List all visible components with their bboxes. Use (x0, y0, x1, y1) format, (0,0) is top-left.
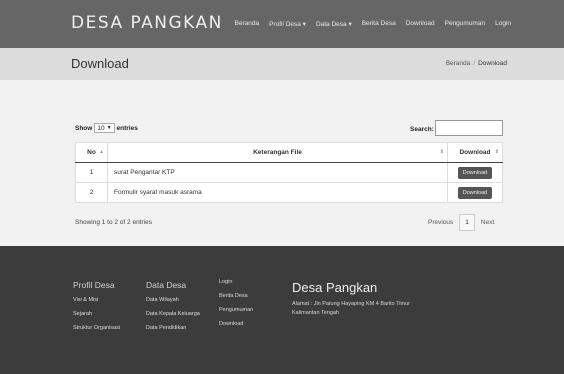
show-label: Show (75, 124, 93, 132)
download-button[interactable]: Download (457, 166, 493, 179)
footer-link-sejarah[interactable]: Sejarah (73, 311, 120, 317)
brand-logo-text[interactable]: DESA PANGKAN (71, 13, 223, 33)
cell-file: surat Pengantar KTP (107, 162, 448, 183)
nav-login[interactable]: Login (495, 20, 511, 28)
nav-berita-desa[interactable]: Berita Desa (362, 20, 396, 28)
pagination: Previous 1 Next (428, 214, 494, 231)
nav-pengumuman[interactable]: Pengumuman (445, 20, 485, 28)
footer-data-column: Data Desa Data Wilayah Data Kepala Kelua… (146, 280, 200, 339)
pagination-previous[interactable]: Previous (428, 219, 453, 226)
nav-download[interactable]: Download (406, 20, 435, 28)
footer-profil-heading: Profil Desa (73, 280, 115, 290)
breadcrumb-separator: / (473, 60, 476, 67)
page-title: Download (71, 56, 129, 71)
footer-link-data-pendidikan[interactable]: Data Pendidikan (146, 325, 200, 331)
footer-link-struktur[interactable]: Struktur Organisasi (73, 325, 120, 331)
footer-link-data-kk[interactable]: Data Kepala Keluarga (146, 311, 200, 317)
footer-link-data-wilayah[interactable]: Data Wilayah (146, 297, 200, 303)
column-header-file-label: Keterangan File (253, 149, 302, 156)
breadcrumb: Beranda / Download (446, 60, 507, 67)
cell-download: Download (447, 182, 503, 203)
top-navbar: DESA PANGKAN Beranda Profil Desa ▾ Data … (0, 0, 564, 48)
breadcrumb-current: Download (478, 60, 507, 67)
entries-select[interactable]: 10 ▼ (94, 123, 115, 133)
nav-beranda[interactable]: Beranda (235, 20, 260, 28)
cell-file: Formulir syarat masuk asrama (107, 182, 448, 203)
sort-icon: ⇕ (439, 149, 444, 155)
breadcrumb-home[interactable]: Beranda (446, 60, 471, 67)
download-table: No ▲ Keterangan File ⇕ Download ⇕ 1 sura… (75, 142, 503, 203)
column-header-no-label: No (87, 149, 96, 156)
footer-link-login[interactable]: Login (219, 279, 253, 285)
footer-link-pengumuman[interactable]: Pengumuman (219, 307, 253, 313)
column-header-download-label: Download (459, 149, 491, 156)
footer-links-column: Login Berita Desa Pengumuman Download (219, 279, 253, 335)
chevron-down-icon: ▼ (106, 125, 112, 131)
footer-profil-column: Profil Desa Visi & Misi Sejarah Struktur… (73, 280, 120, 339)
table-header-row: No ▲ Keterangan File ⇕ Download ⇕ (75, 142, 503, 163)
entries-select-value: 10 (97, 124, 105, 132)
nav-profil-desa[interactable]: Profil Desa ▾ (269, 20, 306, 28)
footer-link-berita[interactable]: Berita Desa (219, 293, 253, 299)
search-label: Search: (410, 126, 434, 133)
nav-data-desa[interactable]: Data Desa ▾ (316, 20, 352, 28)
cell-no: 1 (75, 162, 108, 183)
entries-length-control: Show 10 ▼ entries (75, 123, 138, 133)
table-info: Showing 1 to 2 of 2 entries (75, 219, 152, 226)
pagination-page-1[interactable]: 1 (459, 214, 475, 231)
cell-no: 2 (75, 182, 108, 203)
footer-link-visi-misi[interactable]: Visi & Misi (73, 297, 120, 303)
footer-data-heading: Data Desa (146, 280, 187, 290)
table-row: 2 Formulir syarat masuk asrama Download (75, 182, 503, 203)
main-nav: Beranda Profil Desa ▾ Data Desa ▾ Berita… (235, 20, 512, 28)
entries-label: entries (116, 124, 138, 132)
download-button[interactable]: Download (457, 186, 493, 199)
column-header-file[interactable]: Keterangan File ⇕ (107, 142, 448, 163)
cell-download: Download (447, 162, 503, 183)
table-row: 1 surat Pengantar KTP Download (75, 162, 503, 183)
pagination-next[interactable]: Next (481, 219, 494, 226)
column-header-no[interactable]: No ▲ (75, 142, 108, 163)
sort-up-icon: ▲ (99, 149, 104, 155)
column-header-download[interactable]: Download ⇕ (447, 142, 503, 163)
footer-address: Alamat : Jln Patung Hayaping KM 4 Barito… (292, 301, 410, 316)
footer-link-download[interactable]: Download (219, 321, 253, 327)
search-input[interactable] (435, 120, 503, 136)
sort-icon: ⇕ (494, 149, 499, 155)
footer-site-name: Desa Pangkan (292, 280, 378, 295)
